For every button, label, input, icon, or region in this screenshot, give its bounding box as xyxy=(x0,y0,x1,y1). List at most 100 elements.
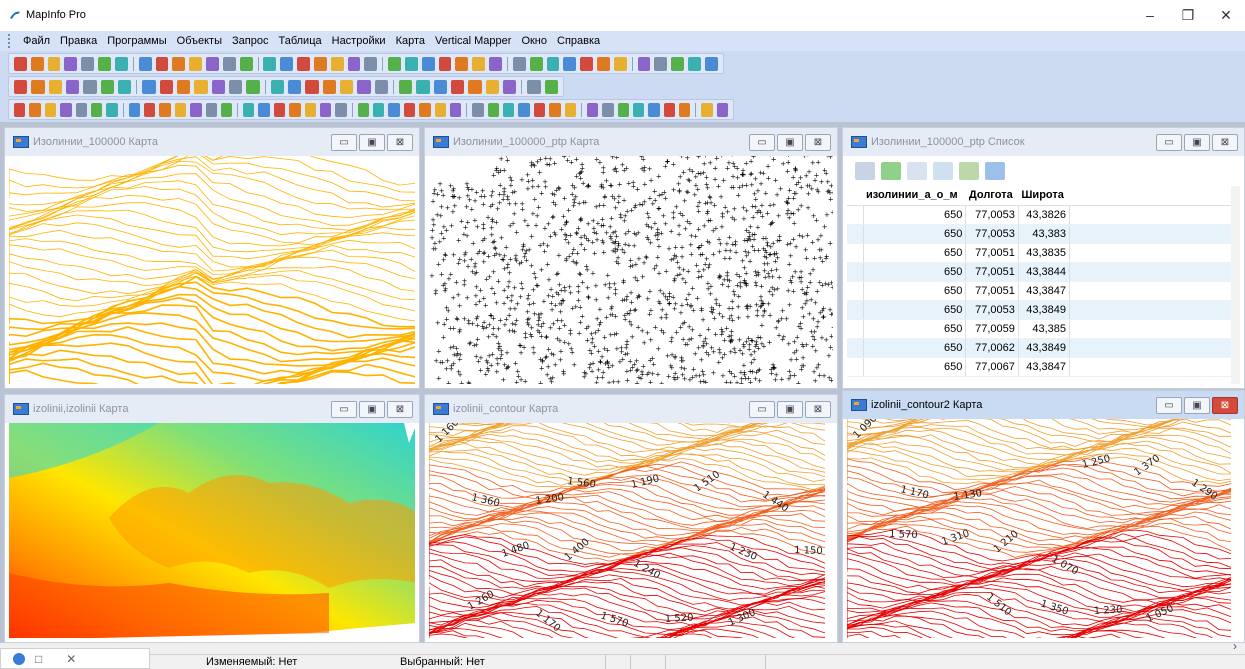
row-selector[interactable] xyxy=(847,262,864,282)
toolbar-button-icon[interactable] xyxy=(220,102,233,117)
table-cell[interactable]: 650 xyxy=(863,262,967,282)
toolbar-button-icon[interactable] xyxy=(487,102,499,117)
menu-map[interactable]: Карта xyxy=(391,31,430,51)
text-style-icon[interactable] xyxy=(933,162,953,180)
table-cell[interactable]: 650 xyxy=(863,281,967,301)
horizontal-scrollbar[interactable]: › xyxy=(0,639,1245,654)
column-header[interactable]: изолинии_а_о_м xyxy=(863,186,966,206)
toolbar-button-icon[interactable] xyxy=(273,102,286,117)
toolbar-button-icon[interactable] xyxy=(320,102,332,117)
menu-objects[interactable]: Объекты xyxy=(172,31,227,51)
toolbar-button-icon[interactable] xyxy=(580,56,594,71)
menu-file[interactable]: Файл xyxy=(18,31,55,51)
toolbar-button-icon[interactable] xyxy=(357,79,371,94)
table-row[interactable]: 650 77,0051 43,3835 xyxy=(847,243,1240,263)
toolbar-button-icon[interactable] xyxy=(190,102,202,117)
toolbar-button-icon[interactable] xyxy=(297,56,310,71)
maximize-button[interactable]: ▣ xyxy=(777,401,803,418)
toolbar-button-icon[interactable] xyxy=(14,79,28,94)
table-cell[interactable]: 77,0051 xyxy=(965,243,1019,263)
window-contour2-map[interactable]: izolinii_contour2 Карта ▭ ▣ ⊠ 1 090 1 130… xyxy=(842,390,1245,643)
table-cell[interactable]: 43,383 xyxy=(1018,224,1071,244)
toolbar-button-icon[interactable] xyxy=(563,56,577,71)
minimize-button[interactable]: ▭ xyxy=(331,401,357,418)
menu-options[interactable]: Настройки xyxy=(327,31,391,51)
maximize-button[interactable]: ▣ xyxy=(1184,397,1210,414)
toolbar-button-icon[interactable] xyxy=(270,79,285,94)
row-selector[interactable] xyxy=(847,319,864,339)
toolbar-button-icon[interactable] xyxy=(451,79,465,94)
toolbar-button-icon[interactable] xyxy=(229,79,243,94)
toolbar-button-icon[interactable] xyxy=(347,56,361,71)
table-cell[interactable]: 77,0062 xyxy=(965,338,1019,358)
table-row[interactable]: 650 77,0067 43,3847 xyxy=(847,357,1240,377)
toolbar-button-icon[interactable] xyxy=(503,79,517,94)
window-izolinii-100000-map[interactable]: Изолинии_100000 Карта ▭ ▣ ⊠ xyxy=(4,127,420,389)
window-contour-map[interactable]: izolinii_contour Карта ▭ ▣ ⊠ 1 160 1 200 1… xyxy=(424,394,838,643)
close-button[interactable]: ⊠ xyxy=(805,401,831,418)
toolbar-button-icon[interactable] xyxy=(374,79,389,94)
add-row-icon[interactable] xyxy=(959,162,979,180)
toolbar-button-icon[interactable] xyxy=(83,79,97,94)
table-cell[interactable]: 650 xyxy=(863,357,967,377)
table-cell[interactable]: 43,3847 xyxy=(1018,281,1071,301)
row-selector[interactable] xyxy=(847,357,864,377)
toolbar-button-icon[interactable] xyxy=(421,56,435,71)
toolbar-button-icon[interactable] xyxy=(529,56,543,71)
minimize-button[interactable]: – xyxy=(1131,0,1169,30)
table-cell[interactable]: 77,0051 xyxy=(965,281,1019,301)
toolbar-button-icon[interactable] xyxy=(280,56,294,71)
toolbar-button-icon[interactable] xyxy=(66,79,80,94)
toolbar-button-icon[interactable] xyxy=(472,56,486,71)
toolbar-button-icon[interactable] xyxy=(289,102,301,117)
toolbar-button-icon[interactable] xyxy=(159,102,171,117)
toolbar-button-icon[interactable] xyxy=(403,102,416,117)
close-button[interactable]: ⊠ xyxy=(805,134,831,151)
close-icon[interactable]: ✕ xyxy=(66,652,76,666)
toolbar-button-icon[interactable] xyxy=(138,56,152,71)
toolbar-button-icon[interactable] xyxy=(679,102,691,117)
table-cell[interactable]: 43,3849 xyxy=(1018,338,1071,358)
toolbar-button-icon[interactable] xyxy=(30,56,44,71)
toolbar-button-icon[interactable] xyxy=(716,102,729,117)
toolbar-button-icon[interactable] xyxy=(142,79,156,94)
toolbar-button-icon[interactable] xyxy=(416,79,430,94)
toolbar-button-icon[interactable] xyxy=(688,56,701,71)
table-cell[interactable]: 650 xyxy=(863,243,967,263)
toolbar-button-icon[interactable] xyxy=(172,56,186,71)
toolbar-button-icon[interactable] xyxy=(211,79,226,94)
toolbar-button-icon[interactable] xyxy=(335,102,347,117)
close-button[interactable]: ⊠ xyxy=(1212,134,1238,151)
table-cell[interactable]: 77,0051 xyxy=(965,262,1019,282)
toolbar-button-icon[interactable] xyxy=(159,79,174,94)
toolbar-button-icon[interactable] xyxy=(586,102,599,117)
toolbar-button-icon[interactable] xyxy=(174,102,187,117)
toolbar-button-icon[interactable] xyxy=(663,102,676,117)
toolbar-button-icon[interactable] xyxy=(704,56,718,71)
toolbar-button-icon[interactable] xyxy=(512,56,526,71)
toolbar-button-icon[interactable] xyxy=(701,102,713,117)
table-row[interactable]: 650 77,0053 43,3826 xyxy=(847,205,1240,225)
toolbar-button-icon[interactable] xyxy=(399,79,413,94)
select-arrow-icon[interactable] xyxy=(907,162,927,180)
toolbar-button-icon[interactable] xyxy=(177,79,191,94)
toolbar-button-icon[interactable] xyxy=(14,56,27,71)
toolbar-button-icon[interactable] xyxy=(502,102,515,117)
table-cell[interactable]: 43,3844 xyxy=(1018,262,1071,282)
close-button[interactable]: ⊠ xyxy=(387,134,413,151)
table-cell[interactable]: 43,3835 xyxy=(1018,243,1071,263)
sort-icon[interactable] xyxy=(855,162,875,180)
toolbar-button-icon[interactable] xyxy=(81,56,95,71)
toolbar-button-icon[interactable] xyxy=(29,102,41,117)
window-izolinii-grid-map[interactable]: izolinii,izolinii Карта ▭ ▣ ⊠ xyxy=(4,394,420,643)
row-selector[interactable] xyxy=(847,300,864,320)
scroll-right-icon[interactable]: › xyxy=(1233,639,1237,653)
toolbar-button-icon[interactable] xyxy=(518,102,530,117)
minimize-button[interactable]: ▭ xyxy=(749,401,775,418)
toolbar-button-icon[interactable] xyxy=(671,56,685,71)
menu-window[interactable]: Окно xyxy=(516,31,552,51)
columns-icon[interactable] xyxy=(985,162,1005,180)
close-button[interactable]: ⊠ xyxy=(387,401,413,418)
table-row[interactable]: 650 77,0053 43,3849 xyxy=(847,300,1240,320)
toolbar-button-icon[interactable] xyxy=(597,56,610,71)
